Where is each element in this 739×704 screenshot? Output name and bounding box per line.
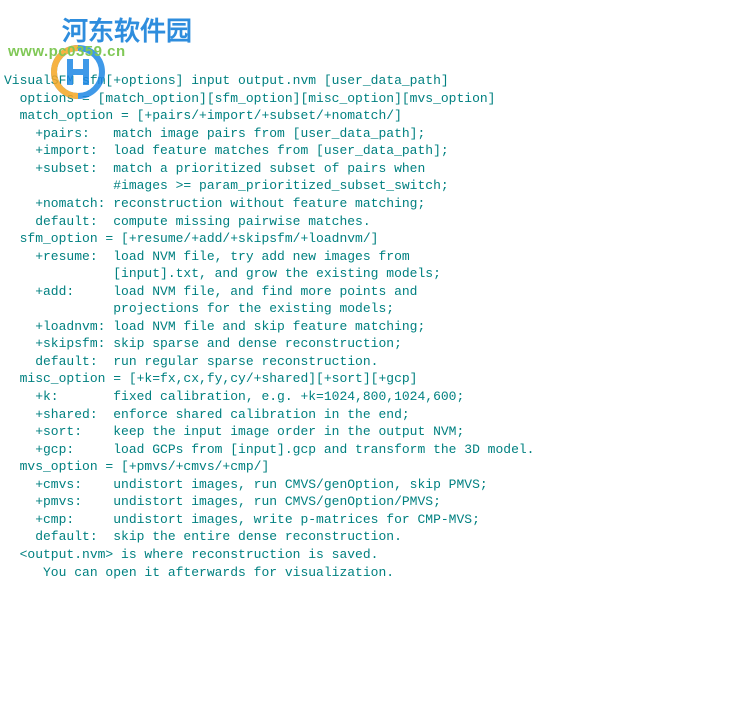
help-line: You can open it afterwards for visualiza… [4,564,735,582]
help-line: +pmvs: undistort images, run CMVS/genOpt… [4,493,735,511]
help-line: +resume: load NVM file, try add new imag… [4,248,735,266]
help-line: default: run regular sparse reconstructi… [4,353,735,371]
help-line: +add: load NVM file, and find more point… [4,283,735,301]
watermark-text-cn: 河东软件园 [62,14,192,49]
help-line: +subset: match a prioritized subset of p… [4,160,735,178]
help-line: +shared: enforce shared calibration in t… [4,406,735,424]
help-line: +sort: keep the input image order in the… [4,423,735,441]
help-line: +gcp: load GCPs from [input].gcp and tra… [4,441,735,459]
help-line: +k: fixed calibration, e.g. +k=1024,800,… [4,388,735,406]
help-line: <output.nvm> is where reconstruction is … [4,546,735,564]
help-line: options = [match_option][sfm_option][mis… [4,90,735,108]
help-text-block: VisualSFM sfm[+options] input output.nvm… [4,72,735,581]
help-line: VisualSFM sfm[+options] input output.nvm… [4,72,735,90]
help-line: default: compute missing pairwise matche… [4,213,735,231]
help-line: match_option = [+pairs/+import/+subset/+… [4,107,735,125]
help-line: +import: load feature matches from [user… [4,142,735,160]
help-line: +cmp: undistort images, write p-matrices… [4,511,735,529]
help-line: +loadnvm: load NVM file and skip feature… [4,318,735,336]
help-line: [input].txt, and grow the existing model… [4,265,735,283]
watermark-text-url: www.pc0359.cn [8,42,126,62]
help-line: misc_option = [+k=fx,cx,fy,cy/+shared][+… [4,370,735,388]
help-line: +pairs: match image pairs from [user_dat… [4,125,735,143]
help-line: default: skip the entire dense reconstru… [4,528,735,546]
help-line: sfm_option = [+resume/+add/+skipsfm/+loa… [4,230,735,248]
help-line: #images >= param_prioritized_subset_swit… [4,177,735,195]
help-line: mvs_option = [+pmvs/+cmvs/+cmp/] [4,458,735,476]
help-line: +cmvs: undistort images, run CMVS/genOpt… [4,476,735,494]
help-line: projections for the existing models; [4,300,735,318]
help-line: +skipsfm: skip sparse and dense reconstr… [4,335,735,353]
help-line: +nomatch: reconstruction without feature… [4,195,735,213]
